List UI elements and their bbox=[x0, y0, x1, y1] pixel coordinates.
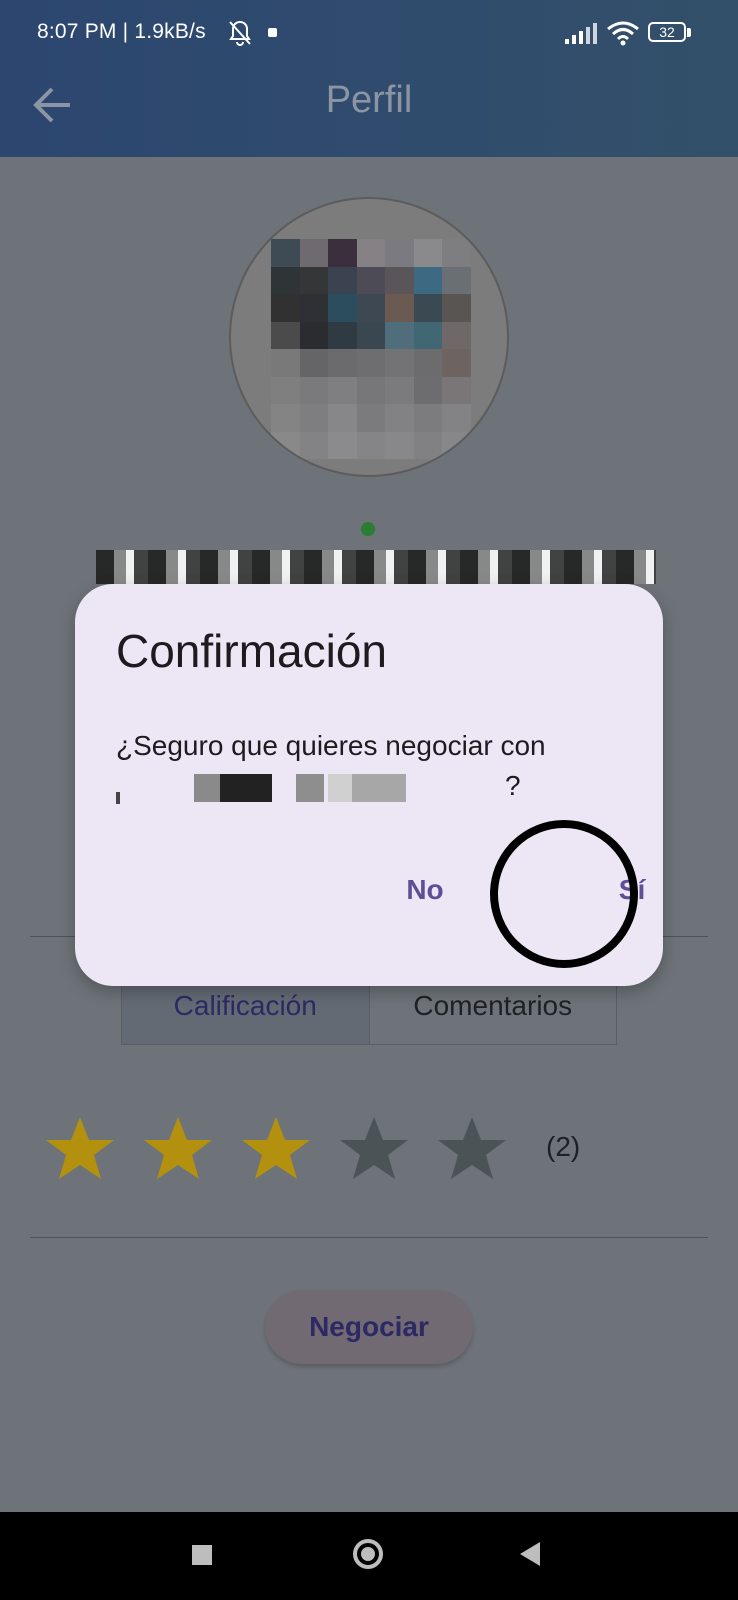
negociar-button[interactable]: Negociar bbox=[265, 1290, 473, 1364]
profile-name-redacted bbox=[96, 550, 656, 584]
no-button[interactable]: No bbox=[388, 860, 462, 920]
star-icon bbox=[340, 1117, 408, 1179]
signal-icon bbox=[565, 23, 597, 44]
system-back-icon[interactable] bbox=[520, 1542, 540, 1566]
divider-bottom bbox=[30, 1237, 708, 1238]
page-title: Perfil bbox=[325, 79, 413, 121]
avatar bbox=[229, 197, 509, 477]
star-icon bbox=[144, 1117, 212, 1179]
wifi-icon bbox=[607, 21, 639, 46]
star-icon bbox=[242, 1117, 310, 1179]
highlight-circle bbox=[490, 820, 638, 968]
rating-count: (2) bbox=[546, 1131, 581, 1162]
dialog-title: Confirmación bbox=[116, 625, 387, 677]
battery-icon: 32 bbox=[648, 22, 692, 44]
avatar-image bbox=[271, 239, 471, 459]
online-status-dot bbox=[361, 522, 375, 536]
dialog-message: ¿Seguro que quieres negociar con bbox=[116, 730, 546, 761]
recent-apps-icon[interactable] bbox=[192, 1545, 212, 1565]
notification-dot-icon bbox=[268, 28, 277, 37]
dialog-message-end: ? bbox=[505, 770, 521, 801]
star-icon bbox=[46, 1117, 114, 1179]
rating-stars bbox=[44, 1113, 508, 1185]
app-bar: 8:07 PM | 1.9kB/s 32 Perfil bbox=[0, 0, 738, 157]
redacted-user-name bbox=[116, 774, 406, 804]
status-bar: 8:07 PM | 1.9kB/s 32 bbox=[0, 0, 738, 68]
star-icon bbox=[438, 1117, 506, 1179]
status-time: 8:07 PM | 1.9kB/s bbox=[37, 20, 206, 43]
home-icon[interactable] bbox=[353, 1539, 383, 1569]
bell-off-icon bbox=[229, 20, 251, 46]
battery-level: 32 bbox=[659, 24, 675, 40]
